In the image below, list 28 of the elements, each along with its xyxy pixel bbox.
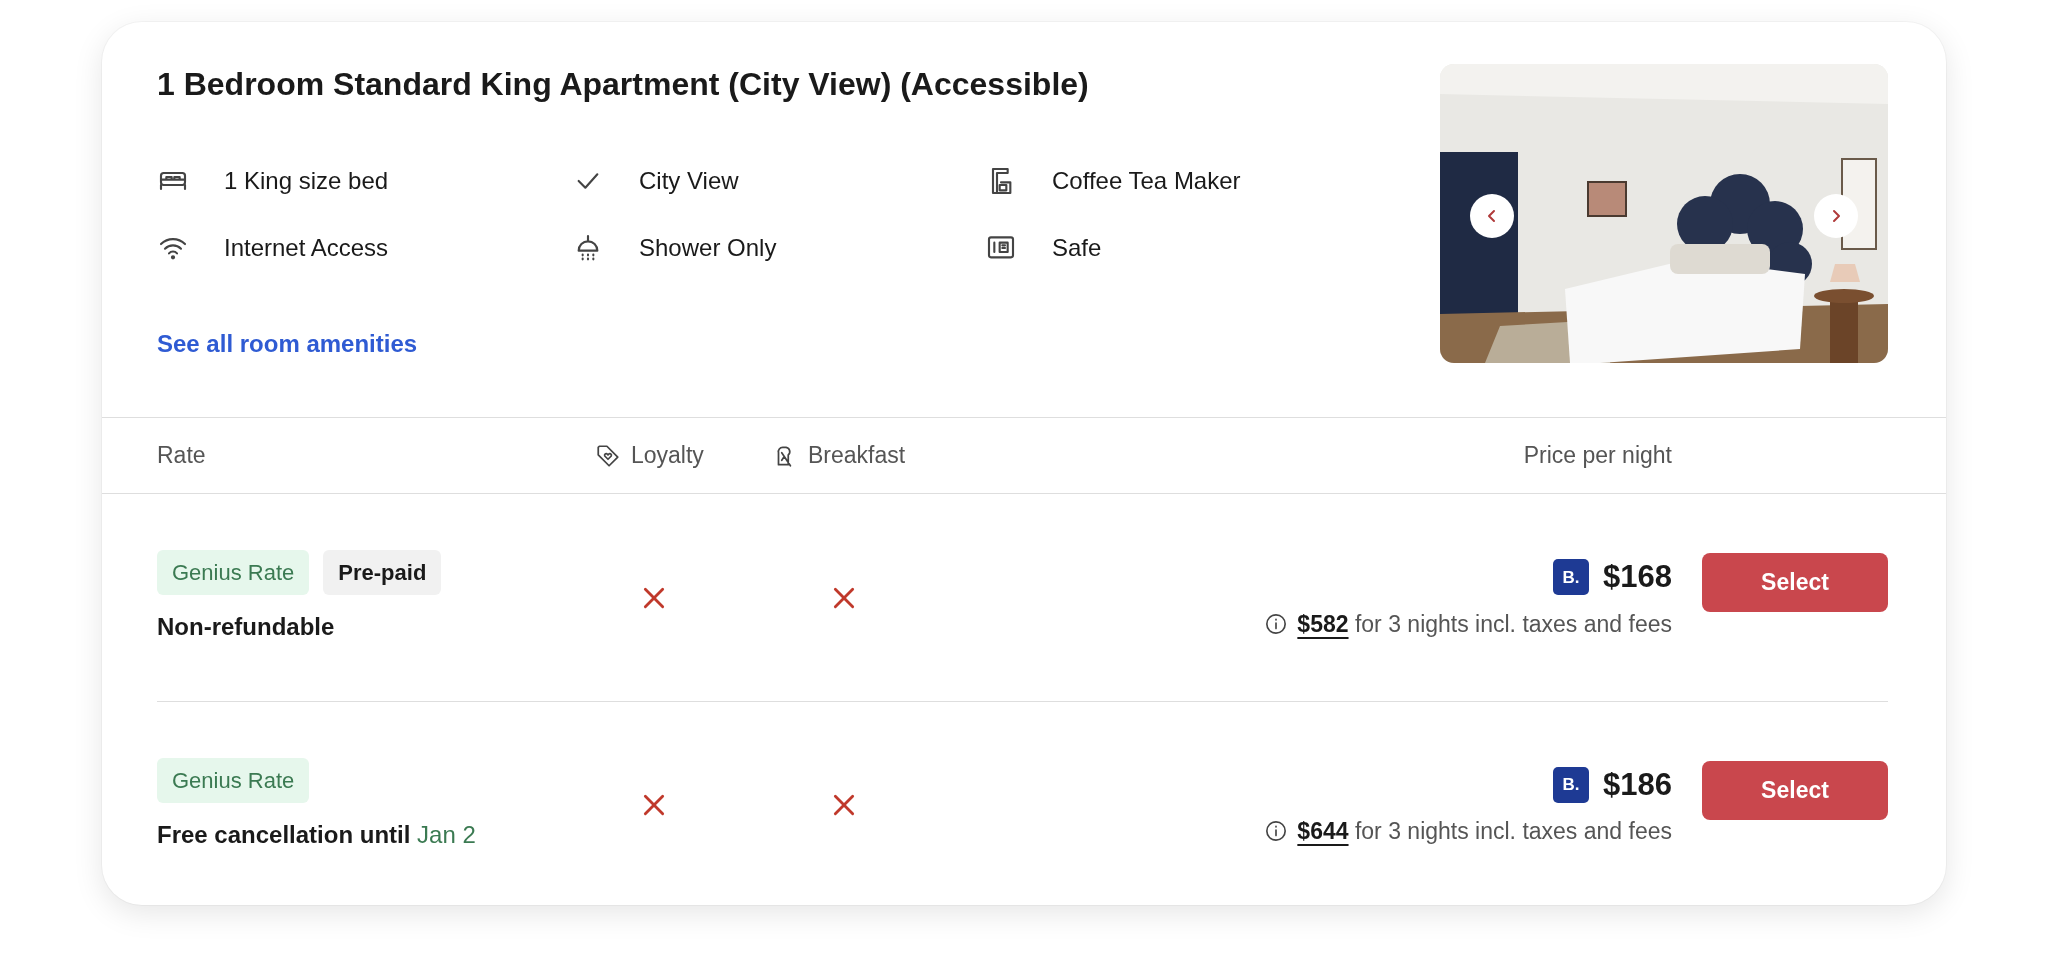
amenity-label: Internet Access bbox=[224, 233, 389, 264]
column-header: Rate bbox=[157, 441, 206, 471]
column-header: Loyalty bbox=[631, 441, 704, 471]
total-price-text: $644 for 3 nights incl. taxes and fees bbox=[1297, 817, 1672, 846]
column-header: Breakfast bbox=[808, 441, 906, 471]
cancellation-policy: Non-refundable bbox=[157, 612, 336, 642]
select-button[interactable]: Select bbox=[1702, 760, 1888, 820]
amenity-label: Safe bbox=[1052, 233, 1102, 264]
rate-tag: Genius Rate bbox=[157, 757, 310, 803]
cancellation-policy: Free cancellation until Jan 2 bbox=[157, 819, 477, 850]
select-button[interactable]: Select bbox=[1702, 553, 1888, 612]
see-amenities-link[interactable]: See all room amenities bbox=[157, 325, 418, 362]
info-icon bbox=[1265, 820, 1288, 843]
info-icon bbox=[1265, 612, 1288, 635]
amenity-label: Coffee Tea Maker bbox=[1052, 166, 1241, 197]
price-per-night: $168 bbox=[1603, 558, 1672, 596]
tag-icon bbox=[595, 442, 621, 469]
rate-tag: Genius Rate bbox=[157, 550, 310, 595]
room-title: 1 Bedroom Standard King Apartment (City View) (Accessible) bbox=[157, 65, 1090, 104]
amenity-label: Shower Only bbox=[639, 233, 777, 264]
total-price-text: $582 for 3 nights incl. taxes and fees bbox=[1297, 609, 1672, 639]
amenity-label: City View bbox=[639, 166, 739, 197]
brand-badge: B. bbox=[1553, 559, 1590, 596]
rate-tag: Pre-paid bbox=[323, 550, 442, 595]
brand-badge: B. bbox=[1553, 766, 1590, 803]
column-header: Price per night bbox=[1523, 441, 1672, 471]
price-per-night: $186 bbox=[1603, 765, 1672, 804]
amenity-label: 1 King size bed bbox=[224, 166, 389, 197]
